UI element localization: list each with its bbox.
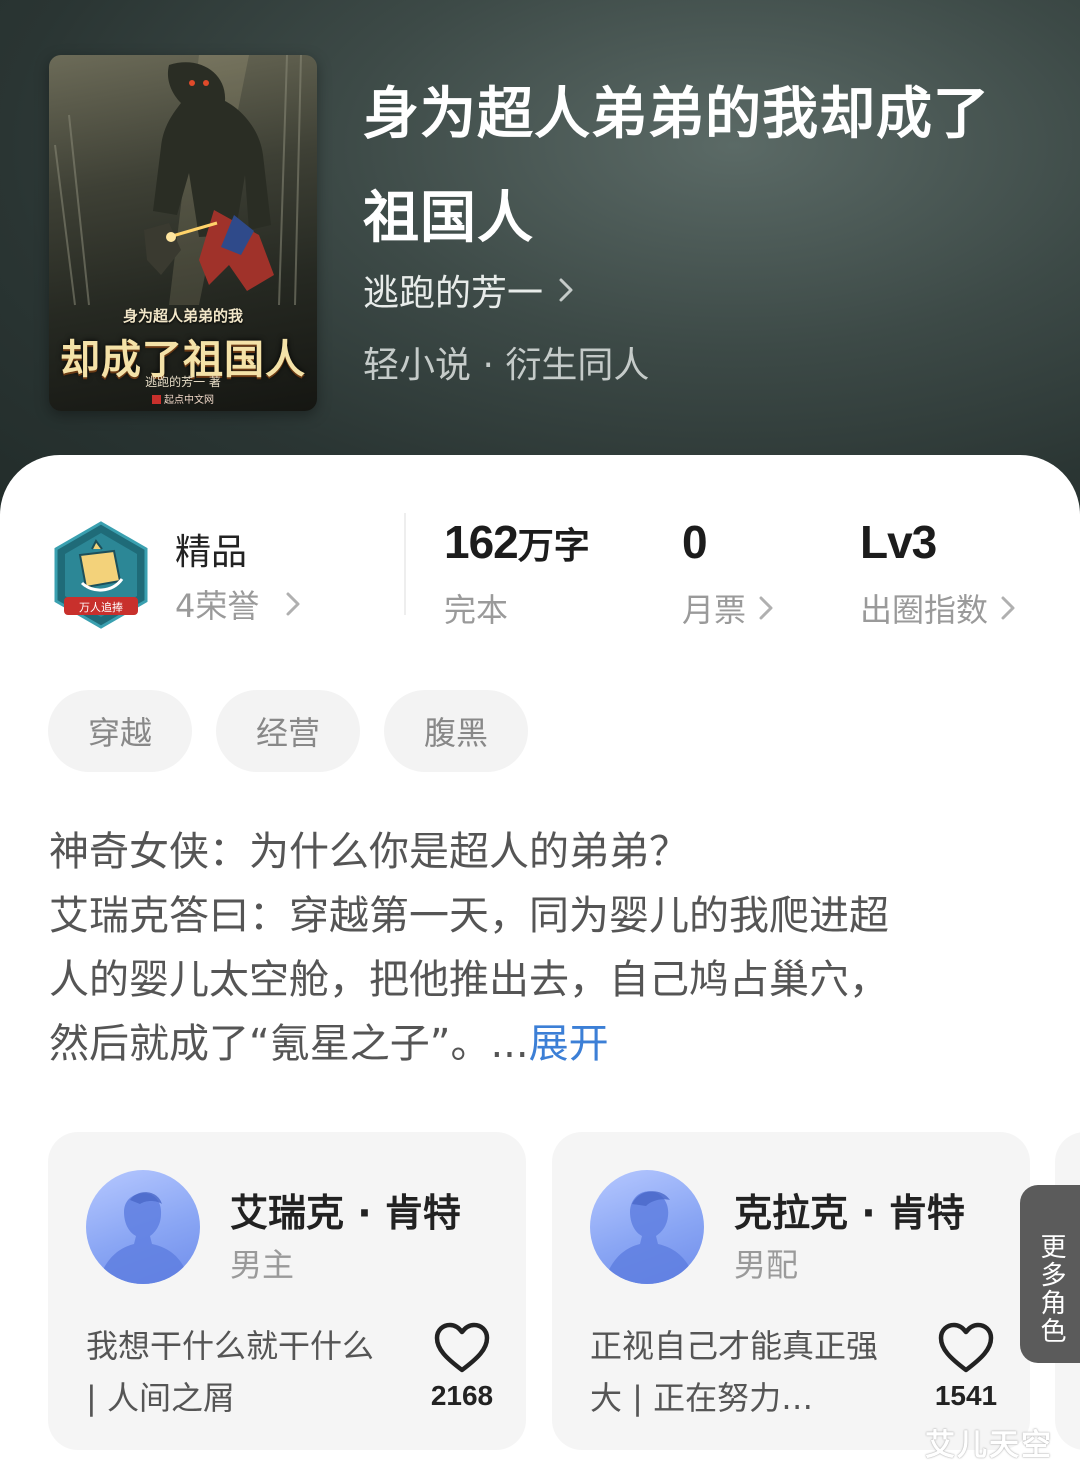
description-line: 神奇女侠：为什么你是超人的弟弟？ [49, 829, 689, 875]
book-cover[interactable]: 身为超人弟弟的我 却成了祖国人 逃跑的芳一 著 起点中文网 [49, 55, 317, 411]
expand-link[interactable]: 展开 [529, 1021, 609, 1067]
chevron-right-icon [559, 278, 573, 302]
chevron-right-icon [1001, 596, 1015, 620]
completion-status: 完本 [444, 591, 509, 629]
word-count-number: 162 [444, 516, 519, 568]
character-card[interactable]: 克拉克 · 肯特 男配 正视自己才能真正强大 | 正在努力… 1541 [552, 1132, 1030, 1450]
character-quote: 正视自己才能真正强大 | 正在努力… [590, 1327, 879, 1417]
avatar [590, 1170, 704, 1284]
chevron-right-icon [286, 592, 300, 616]
monthly-ticket-link[interactable]: 月票 [682, 585, 774, 631]
character-card[interactable]: 艾瑞克 · 肯特 男主 我想干什么就干什么 | 人间之屑 2168 [48, 1132, 526, 1450]
heart-icon[interactable] [432, 1320, 492, 1376]
cover-subtitle: 身为超人弟弟的我 [122, 307, 243, 325]
person-silhouette-icon [98, 1192, 190, 1284]
more-roles-button[interactable]: 更多角色 [1020, 1185, 1080, 1363]
character-role: 男配 [734, 1246, 799, 1284]
like-count: 2168 [430, 1380, 494, 1411]
stats-divider [404, 513, 406, 615]
avatar [86, 1170, 200, 1284]
character-name: 克拉克 · 肯特 [734, 1191, 965, 1235]
honor-title: 精品 [175, 532, 248, 573]
honor-count[interactable]: 4荣誉 [175, 581, 301, 627]
popularity-value: Lv3 [860, 516, 937, 568]
cover-publisher: 起点中文网 [49, 391, 317, 406]
chevron-right-icon [759, 596, 773, 620]
popularity-label: 出圈指数 [860, 591, 989, 629]
heart-icon[interactable] [936, 1320, 996, 1376]
author-link[interactable]: 逃跑的芳一 [363, 264, 575, 316]
character-name: 艾瑞克 · 肯特 [230, 1191, 461, 1235]
honor-badge-icon: 万人追捧 [54, 521, 148, 629]
stats-row: 万人追捧 精品 4荣誉 162万字 完本 0 月票 Lv3 出圈指数 [0, 455, 1080, 655]
like-count: 1541 [934, 1380, 998, 1411]
word-count-value: 162万字 [444, 515, 590, 569]
honor-badge-text: 万人追捧 [79, 600, 123, 614]
book-header: 身为超人弟弟的我 却成了祖国人 逃跑的芳一 著 起点中文网 身为超人弟弟的我却成… [0, 0, 1080, 520]
book-title: 身为超人弟弟的我却成了祖国人 [363, 81, 990, 251]
word-count-unit: 万字 [517, 525, 590, 566]
book-detail-sheet: 万人追捧 精品 4荣誉 162万字 完本 0 月票 Lv3 出圈指数 穿越 经营… [0, 455, 1080, 1481]
watermark: 艾儿天空 [925, 1428, 1053, 1463]
monthly-ticket-label: 月票 [682, 591, 747, 629]
monthly-ticket-value: 0 [682, 516, 708, 568]
honor-count-label: 4荣誉 [175, 587, 260, 625]
tag-chip[interactable]: 穿越 [48, 690, 192, 772]
book-description[interactable]: 神奇女侠：为什么你是超人的弟弟？ 艾瑞克答曰：穿越第一天，同为婴儿的我爬进超 人… [49, 820, 1039, 1076]
popularity-link[interactable]: 出圈指数 [860, 585, 1016, 631]
character-quote: 我想干什么就干什么 | 人间之屑 [86, 1327, 375, 1417]
author-name: 逃跑的芳一 [363, 273, 544, 314]
description-line: 人的婴儿太空舱，把他推出去，自己鸠占巢穴， [49, 957, 889, 1003]
book-genre: 轻小说 · 衍生同人 [363, 345, 650, 386]
tag-chip[interactable]: 腹黑 [384, 690, 528, 772]
description-line: 然后就成了“氪星之子”。... [49, 1021, 529, 1067]
description-line: 艾瑞克答曰：穿越第一天，同为婴儿的我爬进超 [49, 893, 889, 939]
tag-chip[interactable]: 经营 [216, 690, 360, 772]
person-silhouette-icon [604, 1191, 696, 1284]
character-role: 男主 [230, 1246, 295, 1284]
cover-author: 逃跑的芳一 著 [145, 375, 221, 389]
